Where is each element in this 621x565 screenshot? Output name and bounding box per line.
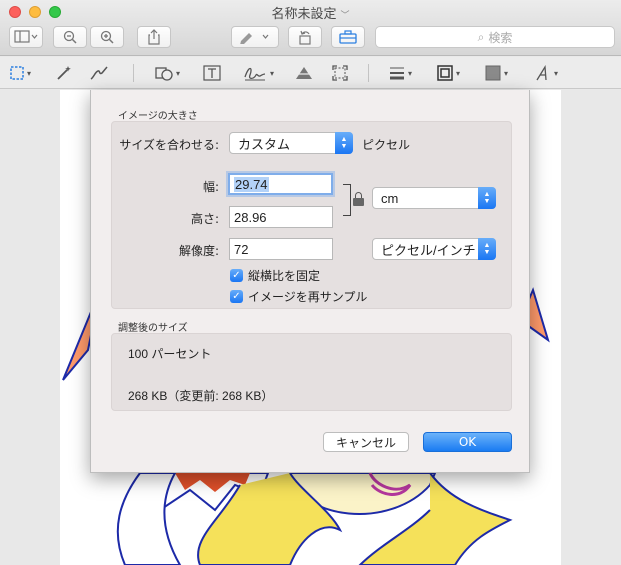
chevron-down-icon: ▾ [554,68,559,78]
text-tool-button[interactable] [203,63,221,83]
instant-alpha-button[interactable] [55,63,73,83]
result-file-size: 268 KB（変更前: 268 KB） [128,389,274,403]
adjust-size-button[interactable] [332,63,348,83]
sidebar-icon [14,30,38,43]
zoom-out-button[interactable] [53,26,87,48]
chevron-down-icon: ▾ [456,68,461,78]
keep-ratio-checkbox[interactable]: ✓ 縦横比を固定 [230,267,320,284]
signature-icon [244,67,266,81]
text-box-icon [203,65,221,81]
pen-icon [240,33,269,44]
line-style-button[interactable]: ▾ [389,63,412,83]
share-icon [148,29,160,45]
checkmark-icon: ✓ [230,290,243,303]
lock-icon[interactable] [353,192,364,206]
toolbox-button[interactable] [331,26,365,48]
resolution-unit-value: ピクセル/インチ [381,242,476,258]
resample-label: イメージを再サンプル [248,290,368,304]
resolution-unit-popup[interactable]: ピクセル/インチ ▲ ▼ [372,238,496,260]
rotate-icon [299,30,311,45]
width-field[interactable]: 29.74 [228,173,333,195]
height-field[interactable]: 28.96 [229,206,333,228]
search-placeholder: 検索 [488,30,513,45]
window-title: 名称未設定 [271,7,337,22]
resolution-label: 解像度: [178,244,219,258]
line-style-icon [390,67,404,80]
cancel-button[interactable]: キャンセル [323,432,409,452]
search-field[interactable]: ⌕ 検索 [375,26,615,48]
rectangular-selection-icon [10,66,24,80]
chevron-down-icon: ▾ [504,68,509,78]
shapes-icon [155,67,173,81]
toolbar-separator [368,64,369,82]
magic-wand-icon [57,66,71,80]
chevron-down-icon: ▾ [176,68,181,78]
resolution-value: 72 [234,241,249,257]
chevron-down-icon: ▾ [408,68,413,78]
chevron-down-icon: ﹀ [340,11,350,21]
markup-toolbar-button[interactable] [231,26,279,48]
search-icon: ⌕ [477,29,485,44]
toolbox-icon [339,30,357,44]
text-style-icon [536,65,547,81]
signature-tool-button[interactable]: ▾ [243,63,274,83]
title-bar: 名称未設定 ﹀ ⌕ 検索 [0,0,621,56]
width-label: 幅: [202,180,219,194]
fit-into-popup[interactable]: カスタム ▲ ▼ [229,132,353,154]
share-button[interactable] [137,26,171,48]
resolution-field[interactable]: 72 [229,238,333,260]
zoom-in-icon [100,30,114,44]
unit-popup[interactable]: cm ▲ ▼ [372,187,496,209]
window-title-area[interactable]: 名称未設定 ﹀ [0,3,621,22]
rotate-button[interactable] [288,26,322,48]
zoom-out-icon [63,30,77,44]
selection-tool-button[interactable]: ▾ [10,63,31,83]
result-size-section-label: 調整後のサイズ [118,323,188,334]
fill-color-icon [485,65,501,81]
ok-button[interactable]: OK [423,432,512,452]
fit-into-value: カスタム [238,136,291,152]
resample-checkbox[interactable]: ✓ イメージを再サンプル [230,288,367,305]
lock-bracket [343,184,351,216]
height-value: 28.96 [234,209,267,225]
height-label: 高さ: [190,212,219,226]
border-color-button[interactable]: ▾ [437,63,460,83]
border-color-icon [437,65,453,81]
popup-arrows-icon: ▲ ▼ [478,187,496,209]
sketch-tool-button[interactable] [89,63,109,83]
resize-icon [332,65,348,81]
text-style-button[interactable]: ▾ [535,63,558,83]
popup-arrows-icon: ▲ ▼ [335,132,353,154]
width-value: 29.74 [234,176,269,192]
adjust-color-button[interactable] [294,63,314,83]
fill-color-button[interactable]: ▾ [485,63,508,83]
adjust-color-icon [295,67,313,79]
sketch-icon [90,66,108,80]
zoom-in-button[interactable] [90,26,124,48]
sidebar-toggle-button[interactable] [9,26,43,48]
keep-ratio-label: 縦横比を固定 [248,269,321,283]
chevron-down-icon: ▾ [270,68,275,78]
chevron-down-icon: ▾ [27,68,32,78]
fit-into-unit-label: ピクセル [362,138,411,152]
shapes-tool-button[interactable]: ▾ [155,63,180,83]
popup-arrows-icon: ▲ ▼ [478,238,496,260]
result-percent: 100 パーセント [128,347,212,361]
unit-value: cm [381,190,399,206]
checkmark-icon: ✓ [230,269,243,282]
markup-toolbar: ▾ ▾ ▾ ▾ ▾ ▾ ▾ [0,57,621,89]
fit-into-label: サイズを合わせる: [119,138,219,152]
image-size-section-label: イメージの大きさ [118,111,198,122]
adjust-size-dialog: イメージの大きさ サイズを合わせる: カスタム ▲ ▼ ピクセル 幅: 29.74… [90,90,530,473]
toolbar-separator [133,64,134,82]
